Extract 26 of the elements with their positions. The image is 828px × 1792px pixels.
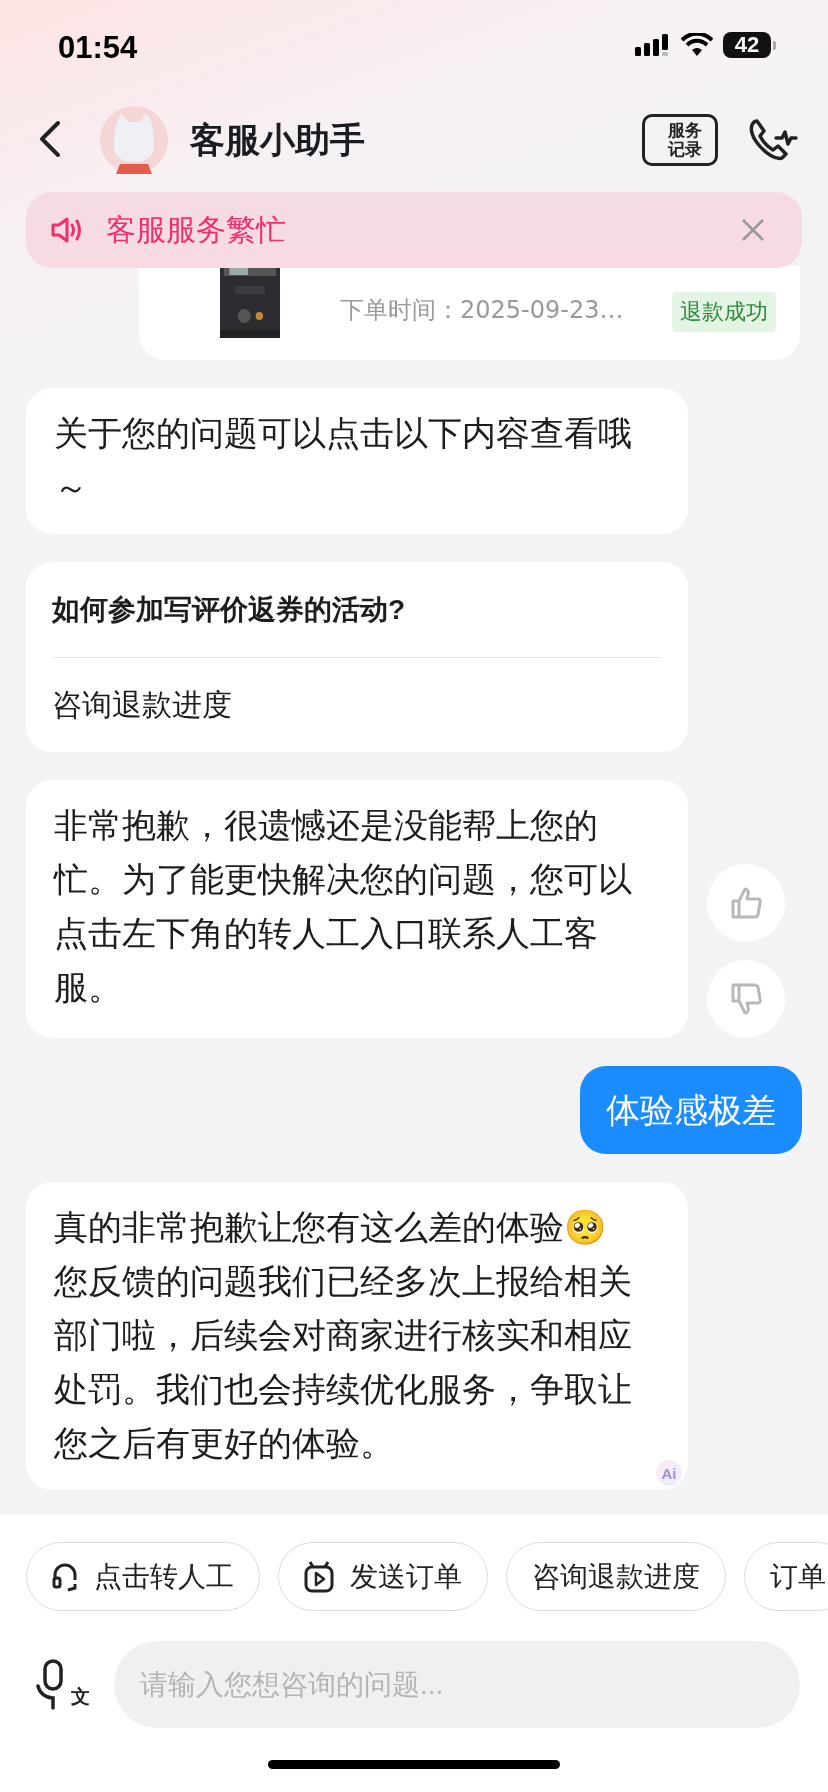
quick-action-button[interactable]: 订单 bbox=[744, 1542, 828, 1611]
order-time: 下单时间：2025-09-23… bbox=[340, 295, 625, 326]
speaker-icon bbox=[50, 215, 84, 245]
avatar-icon bbox=[100, 106, 168, 174]
close-icon[interactable] bbox=[740, 217, 766, 243]
bot-message: 关于您的问题可以点击以下内容查看哦～ bbox=[26, 388, 688, 534]
signal-icon bbox=[635, 34, 671, 56]
battery-level: 42 bbox=[723, 32, 771, 58]
ai-badge: Ai bbox=[656, 1460, 682, 1486]
quick-action-button[interactable]: 发送订单 bbox=[278, 1542, 488, 1611]
chat-title: 客服小助手 bbox=[190, 118, 366, 162]
clock-time: 01:54 bbox=[58, 29, 138, 66]
quick-action-button[interactable]: 点击转人工 bbox=[26, 1542, 260, 1611]
status-tag: 退款成功 bbox=[672, 292, 776, 332]
wifi-icon bbox=[681, 33, 713, 57]
headset-icon bbox=[52, 1561, 78, 1592]
service-record-button[interactable]: 服务 记录 bbox=[642, 114, 718, 166]
suggestion-link[interactable]: 咨询退款进度 bbox=[52, 657, 662, 752]
bot-message: 真的非常抱歉让您有这么差的体验🥺 您反馈的问题我们已经多次上报给相关部门啦，后续会对商家进行核实和相应处罚。我们也会持续优化服务，争取让您之后有更好的体验。 Ai bbox=[26, 1182, 688, 1490]
play-icon bbox=[304, 1560, 334, 1593]
suggestion-link[interactable]: 如何参加写评价返券的活动? bbox=[52, 562, 662, 657]
user-message: 体验感极差 bbox=[580, 1066, 802, 1154]
notice-text: 客服服务繁忙 bbox=[106, 210, 287, 249]
message-input-field[interactable]: 请输入您想咨询的问题... bbox=[114, 1641, 800, 1728]
quick-action-button[interactable]: 咨询退款进度 bbox=[506, 1542, 726, 1611]
bot-message: 非常抱歉，很遗憾还是没能帮上您的忙。为了能更快解决您的问题，您可以点击左下角的转人工入口联系人工客服。 bbox=[26, 780, 688, 1038]
